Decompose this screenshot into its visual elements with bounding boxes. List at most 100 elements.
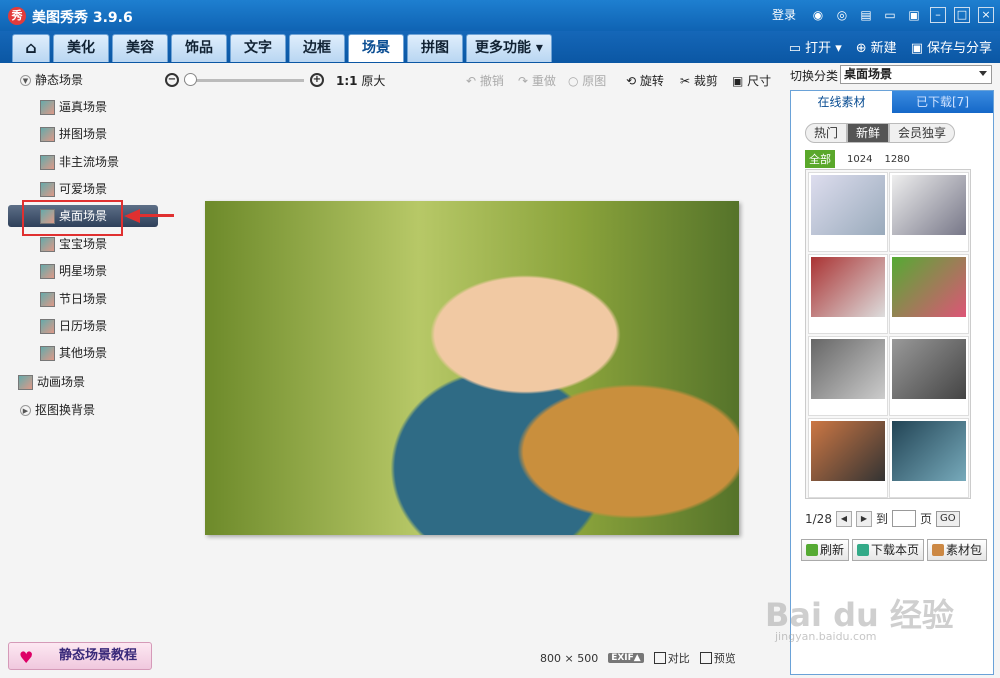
open-button[interactable]: ▭ 打开 ▾ xyxy=(789,37,842,56)
weibo-icon[interactable]: ◎ xyxy=(834,7,850,23)
preview-icon xyxy=(699,652,712,664)
zoom-slider-thumb[interactable] xyxy=(184,73,197,86)
compare-button[interactable]: 对比 xyxy=(653,650,690,666)
scene-thumb-icon xyxy=(40,126,55,142)
animation-icon xyxy=(18,374,33,390)
actual-size-button[interactable]: 1:1 原大 xyxy=(336,72,385,89)
image-toolbar: − + 1:1 原大 ↶ 撤销 ↷ 重做 ○ 原图 ⟲ 旋转 ✂ 裁剪 ▣ 尺寸 xyxy=(160,63,785,97)
scene-thumb-icon xyxy=(40,318,55,334)
static-scene-tutorial-button[interactable]: ♥ 静态场景教程 xyxy=(8,642,152,670)
message-icon[interactable]: ▭ xyxy=(882,7,898,23)
scene-thumb-icon xyxy=(40,291,55,307)
save-icon: ▣ xyxy=(910,41,923,56)
resize-button[interactable]: ▣ 尺寸 xyxy=(732,72,771,89)
zoom-out-icon[interactable]: − xyxy=(165,73,179,87)
category-cutout-background[interactable]: ▶ 抠图换背景 xyxy=(20,399,95,421)
material-thumb[interactable] xyxy=(889,418,969,498)
tab-scene[interactable]: 场景 xyxy=(348,34,404,62)
filter-new[interactable]: 新鲜 xyxy=(847,123,890,143)
file-actions: ▭ 打开 ▾ ⊕ 新建 ▣ 保存与分享 xyxy=(789,37,992,56)
material-thumb[interactable] xyxy=(889,254,969,334)
category-static-scene[interactable]: ▼ 静态场景 xyxy=(20,69,83,91)
sidebar-item-realistic[interactable]: 逼真场景 xyxy=(40,96,107,118)
material-panel: 切换分类 桌面场景 在线素材 已下载[7] 热门 新鲜 会员独享 全部 1024… xyxy=(788,63,1000,678)
expand-icon: ▼ xyxy=(20,74,31,86)
rotate-button[interactable]: ⟲ 旋转 xyxy=(626,72,664,89)
sidebar-item-baby[interactable]: 宝宝场景 xyxy=(40,233,107,255)
refresh-icon xyxy=(806,544,818,556)
original-image-button[interactable]: ○ 原图 xyxy=(568,72,606,89)
tab-online-material[interactable]: 在线素材 xyxy=(791,91,892,113)
material-thumb[interactable] xyxy=(808,336,888,416)
scene-thumb-icon xyxy=(40,236,55,252)
maximize-icon[interactable]: □ xyxy=(954,6,970,23)
go-button[interactable]: GO xyxy=(935,510,960,527)
sidebar-item-alternative[interactable]: 非主流场景 xyxy=(40,151,119,173)
pager: 1/28 ◀ ▶ 到 页 GO xyxy=(805,510,960,527)
zoom-in-icon[interactable]: + xyxy=(310,73,324,87)
baidu-watermark-url: jingyan.baidu.com xyxy=(775,630,877,643)
refresh-button[interactable]: 刷新 xyxy=(801,539,850,561)
login-link[interactable]: 登录 xyxy=(772,6,796,23)
material-thumb[interactable] xyxy=(808,172,888,252)
sidebar-item-festival[interactable]: 节日场景 xyxy=(40,288,107,310)
filter-vip[interactable]: 会员独享 xyxy=(889,123,956,143)
material-actions: 刷新 下载本页 素材包 xyxy=(801,539,988,561)
material-thumb[interactable] xyxy=(889,172,969,252)
tab-text[interactable]: 文字 xyxy=(230,34,286,62)
material-pack-button[interactable]: 素材包 xyxy=(927,539,988,561)
material-thumb[interactable] xyxy=(808,254,888,334)
material-thumb[interactable] xyxy=(808,418,888,498)
close-icon[interactable]: × xyxy=(978,6,994,23)
tab-beautify[interactable]: 美化 xyxy=(53,34,109,62)
page-indicator: 1/28 xyxy=(805,511,832,526)
download-page-button[interactable]: 下载本页 xyxy=(852,539,925,561)
qq-icon[interactable]: ◉ xyxy=(810,7,826,23)
new-button[interactable]: ⊕ 新建 xyxy=(856,37,897,56)
res-all[interactable]: 全部 xyxy=(805,150,835,168)
exif-button[interactable]: EXIF▲ xyxy=(608,653,644,663)
heart-icon: ♥ xyxy=(19,648,34,667)
sidebar-item-calendar[interactable]: 日历场景 xyxy=(40,315,107,337)
tab-downloaded[interactable]: 已下载[7] xyxy=(892,91,993,113)
page-input[interactable] xyxy=(891,510,916,527)
undo-button[interactable]: ↶ 撤销 xyxy=(466,72,504,89)
prev-page-icon[interactable]: ◀ xyxy=(835,510,852,527)
compare-icon xyxy=(653,652,666,664)
scene-thumb-icon xyxy=(40,154,55,170)
material-filters: 热门 新鲜 会员独享 xyxy=(805,123,956,143)
filter-hot[interactable]: 热门 xyxy=(805,123,848,143)
sidebar-item-other[interactable]: 其他场景 xyxy=(40,342,107,364)
notes-icon[interactable]: ▤ xyxy=(858,7,874,23)
redo-button[interactable]: ↷ 重做 xyxy=(518,72,556,89)
plus-icon: ⊕ xyxy=(855,41,867,56)
highlight-box xyxy=(22,200,123,236)
sidebar-item-collage[interactable]: 拼图场景 xyxy=(40,123,107,145)
minimize-icon[interactable]: – xyxy=(930,6,946,23)
tab-collage[interactable]: 拼图 xyxy=(407,34,463,62)
app-title: 美图秀秀 3.9.6 xyxy=(32,10,133,26)
sidebar-item-cute[interactable]: 可爱场景 xyxy=(40,178,107,200)
settings-icon[interactable]: ▣ xyxy=(906,7,922,23)
tab-home[interactable]: ⌂ xyxy=(12,34,50,62)
save-share-button[interactable]: ▣ 保存与分享 xyxy=(911,37,992,56)
zoom-slider[interactable] xyxy=(184,79,304,82)
tab-frame[interactable]: 边框 xyxy=(289,34,345,62)
sidebar-item-star[interactable]: 明星场景 xyxy=(40,260,107,282)
category-select[interactable]: 桌面场景 xyxy=(840,65,992,84)
next-page-icon[interactable]: ▶ xyxy=(855,510,872,527)
category-animated-scene[interactable]: 动画场景 xyxy=(18,371,85,393)
photo-canvas[interactable] xyxy=(205,201,739,535)
package-icon xyxy=(932,544,945,556)
tab-beauty[interactable]: 美容 xyxy=(112,34,168,62)
title-bar-controls: 登录 ◉ ◎ ▤ ▭ ▣ – □ × xyxy=(772,6,994,23)
tab-accessories[interactable]: 饰品 xyxy=(171,34,227,62)
crop-button[interactable]: ✂ 裁剪 xyxy=(680,72,718,89)
canvas-area xyxy=(160,97,785,642)
res-1280[interactable]: 1280 xyxy=(884,154,909,165)
preview-button[interactable]: 预览 xyxy=(699,650,736,666)
res-1024[interactable]: 1024 xyxy=(847,154,872,165)
material-thumb[interactable] xyxy=(889,336,969,416)
resolution-filters: 全部 1024 1280 xyxy=(805,150,910,168)
tab-more[interactable]: 更多功能 ▾ xyxy=(466,34,552,62)
